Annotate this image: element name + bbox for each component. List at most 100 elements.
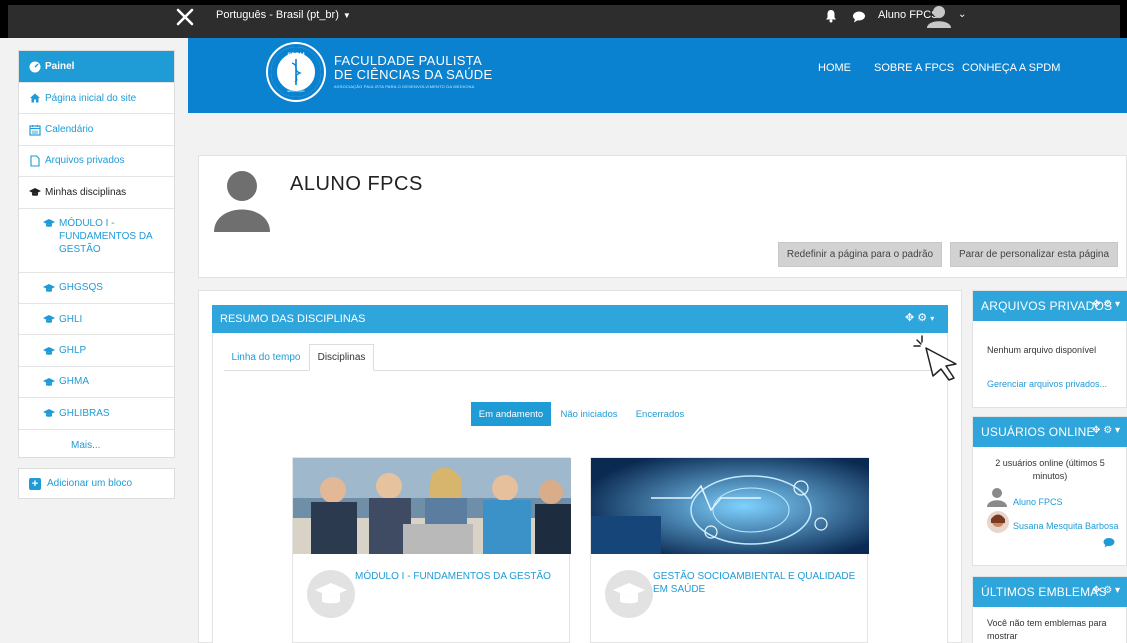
- caret-down-icon[interactable]: ▾: [930, 314, 934, 323]
- manage-files-link[interactable]: Gerenciar arquivos privados...: [987, 379, 1107, 389]
- message-icon[interactable]: [1103, 537, 1115, 548]
- chat-icon[interactable]: [852, 10, 866, 23]
- course-card[interactable]: MÓDULO I - FUNDAMENTOS DA GESTÃO: [292, 457, 571, 643]
- move-icon[interactable]: ✥: [905, 312, 914, 324]
- block-controls[interactable]: ✥ ⚙ ▾: [1092, 425, 1120, 436]
- course-default-icon: [605, 570, 653, 618]
- block-title: ÚLTIMOS EMBLEMAS: [981, 585, 1107, 599]
- profile-avatar-icon: [214, 171, 270, 232]
- bell-icon[interactable]: [824, 9, 838, 23]
- user-avatar-icon: [987, 488, 1007, 507]
- sidebar-item-course-modulo-i[interactable]: MÓDULO I - FUNDAMENTOS DA GESTÃO: [19, 209, 174, 273]
- nav-about[interactable]: SOBRE A FPCS: [874, 62, 954, 74]
- sidebar-item-course-ghgsqs[interactable]: GHGSQS: [19, 273, 174, 304]
- sidebar-item-course-ghli[interactable]: GHLI: [19, 304, 174, 336]
- block-controls[interactable]: ✥ ⚙ ▾: [905, 311, 934, 324]
- user-photo: [987, 511, 1009, 533]
- sidebar-item-private-files[interactable]: Arquivos privados: [19, 146, 174, 178]
- block-controls[interactable]: ✥ ⚙ ▾: [1092, 299, 1120, 310]
- graduation-cap-icon: [43, 377, 55, 386]
- graduation-cap-icon: [43, 409, 55, 418]
- sidebar-item-label: Mais...: [71, 439, 101, 451]
- gear-icon[interactable]: ⚙: [917, 312, 927, 324]
- sidebar-item-painel[interactable]: Painel: [19, 51, 174, 83]
- graduation-cap-icon: [29, 188, 41, 197]
- add-block-button[interactable]: + Adicionar um bloco: [18, 468, 175, 499]
- filter-future[interactable]: Não iniciados: [555, 402, 623, 426]
- reset-page-button[interactable]: Redefinir a página para o padrão: [778, 242, 942, 267]
- sidebar-item-course-ghlp[interactable]: GHLP: [19, 335, 174, 367]
- filter-in-progress[interactable]: Em andamento: [471, 402, 551, 426]
- sidebar-item-label: GHLIBRAS: [59, 407, 110, 419]
- language-label: Português - Brasil (pt_br): [216, 9, 339, 21]
- graduation-cap-icon: [43, 315, 55, 323]
- tab-timeline[interactable]: Linha do tempo: [226, 344, 306, 371]
- sidebar-item-label: Calendário: [45, 124, 94, 136]
- graduation-cap-icon: [613, 583, 645, 604]
- sidebar-item-label: Minhas disciplinas: [45, 186, 127, 198]
- chevron-down-icon[interactable]: ⌄: [958, 9, 966, 20]
- sidebar-item-label: GHMA: [59, 376, 89, 388]
- sidebar-item-label: Painel: [45, 61, 75, 72]
- sidebar-item-course-ghma[interactable]: GHMA: [19, 367, 174, 399]
- empty-files-text: Nenhum arquivo disponível: [987, 345, 1097, 355]
- sidebar-item-label: GHLP: [59, 345, 87, 357]
- mouse-pointer-icon: [913, 335, 957, 381]
- language-menu[interactable]: Português - Brasil (pt_br) ▼: [216, 9, 351, 21]
- block-private-files: ARQUIVOS PRIVADOS ✥ ⚙ ▾ Nenhum arquivo d…: [972, 290, 1127, 408]
- online-summary: 2 usuários online (últimos 5 minutos): [995, 458, 1105, 481]
- site-title: FACULDADE PAULISTA DE CIÊNCIAS DA SAÚDE: [334, 54, 492, 82]
- course-card[interactable]: GESTÃO SOCIOAMBIENTAL E QUALIDADE EM SAÚ…: [590, 457, 869, 643]
- spdm-logo[interactable]: SPDM EDUCAÇÃO: [268, 44, 324, 100]
- add-block-label: Adicionar um bloco: [47, 478, 133, 489]
- graduation-cap-icon: [315, 583, 347, 604]
- course-default-icon: [307, 570, 355, 618]
- sidebar-item-label: GHGSQS: [59, 282, 103, 294]
- dashboard-icon: [29, 61, 41, 72]
- calendar-icon: [29, 124, 41, 136]
- sidebar-item-label: Página inicial do site: [45, 92, 137, 104]
- sidebar-item-label: MÓDULO I - FUNDAMENTOS DA GESTÃO: [59, 217, 153, 255]
- sidebar-item-site-home[interactable]: Página inicial do site: [19, 83, 174, 115]
- caduceus-icon: SPDM EDUCAÇÃO: [271, 47, 321, 97]
- no-badges-text: Você não tem emblemas para mostrar: [987, 618, 1107, 641]
- site-title-line2: DE CIÊNCIAS DA SAÚDE: [334, 67, 493, 82]
- caret-down-icon: ▼: [342, 11, 351, 20]
- block-title: RESUMO DAS DISCIPLINAS: [220, 313, 366, 325]
- block-online-users: USUÁRIOS ONLINE ✥ ⚙ ▾ 2 usuários online …: [972, 416, 1127, 566]
- online-user-link[interactable]: Aluno FPCS: [1013, 497, 1063, 507]
- graduation-cap-icon: [43, 346, 55, 355]
- course-overview-header: RESUMO DAS DISCIPLINAS: [212, 305, 948, 333]
- sidebar-item-label: GHLI: [59, 313, 83, 325]
- block-title: USUÁRIOS ONLINE: [981, 425, 1095, 439]
- graduation-cap-icon: [43, 283, 55, 292]
- site-subtitle: ASSOCIAÇÃO PAULISTA PARA O DESENVOLVIMEN…: [334, 84, 475, 89]
- nav-home[interactable]: HOME: [818, 62, 851, 74]
- tab-courses[interactable]: Disciplinas: [309, 344, 374, 371]
- sidebar-item-more[interactable]: Mais...: [19, 430, 174, 461]
- logo-badge-top: SPDM: [287, 53, 304, 59]
- sidebar-item-label: Arquivos privados: [45, 155, 125, 167]
- course-image: [591, 458, 869, 554]
- block-controls[interactable]: ✥ ⚙ ▾: [1092, 585, 1120, 596]
- stop-customising-button[interactable]: Parar de personalizar esta página: [950, 242, 1118, 267]
- nav-spdm[interactable]: CONHEÇA A SPDM: [962, 62, 1060, 74]
- nav-drawer: Painel Página inicial do site Calendário…: [18, 50, 175, 458]
- site-header-banner: [188, 38, 1127, 113]
- file-icon: [30, 155, 40, 167]
- course-title[interactable]: GESTÃO SOCIOAMBIENTAL E QUALIDADE EM SAÚ…: [653, 570, 859, 596]
- sidebar-item-course-ghlibras[interactable]: GHLIBRAS: [19, 398, 174, 430]
- logo-badge-bottom: EDUCAÇÃO: [287, 88, 305, 93]
- user-avatar-icon[interactable]: [926, 4, 952, 28]
- course-title[interactable]: MÓDULO I - FUNDAMENTOS DA GESTÃO: [355, 570, 561, 583]
- filter-past[interactable]: Encerrados: [630, 402, 690, 426]
- sidebar-item-calendar[interactable]: Calendário: [19, 114, 174, 146]
- close-icon[interactable]: [172, 4, 198, 30]
- plus-icon: +: [29, 477, 41, 490]
- page-title: ALUNO FPCS: [290, 173, 423, 195]
- home-icon: [30, 93, 40, 103]
- graduation-cap-icon: [43, 218, 55, 227]
- sidebar-item-my-courses[interactable]: Minhas disciplinas: [19, 177, 174, 209]
- online-user-link[interactable]: Susana Mesquita Barbosa: [1013, 521, 1119, 531]
- block-latest-badges: ÚLTIMOS EMBLEMAS ✥ ⚙ ▾ Você não tem embl…: [972, 576, 1127, 643]
